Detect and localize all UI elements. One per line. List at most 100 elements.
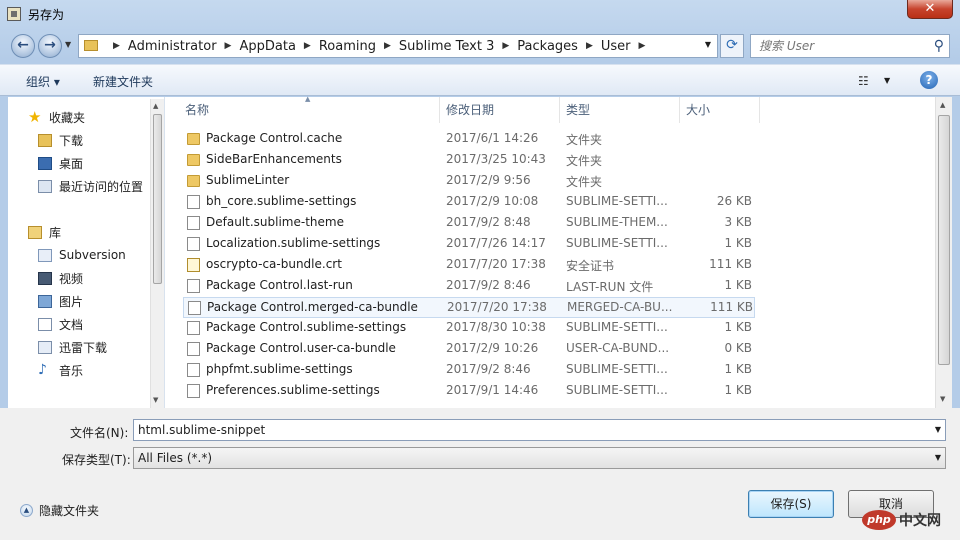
address-dropdown-icon[interactable]: ▼ — [705, 40, 711, 49]
file-size: 1 KB — [724, 383, 752, 397]
breadcrumb-item[interactable]: Roaming — [319, 39, 376, 54]
column-header-name[interactable]: 名称 — [179, 97, 440, 123]
sidebar-item-music[interactable]: ♪ 音乐 — [38, 360, 83, 380]
chevron-down-icon[interactable]: ▼ — [935, 425, 941, 434]
view-dropdown-icon[interactable]: ▼ — [884, 76, 890, 85]
sidebar-item-desktop[interactable]: 桌面 — [38, 153, 83, 173]
breadcrumb-item[interactable]: Sublime Text 3 — [399, 39, 494, 54]
watermark-text: 中文网 — [899, 513, 941, 529]
file-name: phpfmt.sublime-settings — [206, 362, 353, 376]
folder-icon — [187, 175, 200, 187]
file-date: 2017/9/2 8:46 — [446, 278, 531, 292]
chevron-right-icon[interactable]: ▶ — [502, 41, 509, 51]
hide-folders-toggle[interactable]: ▲ 隐藏文件夹 — [20, 502, 99, 519]
file-row[interactable]: Package Control.sublime-settings 2017/8/3… — [183, 318, 755, 339]
file-type: SUBLIME-SETTI... — [566, 362, 668, 376]
file-icon — [187, 279, 200, 293]
file-date: 2017/7/20 17:38 — [446, 257, 546, 271]
chevron-right-icon[interactable]: ▶ — [225, 41, 232, 51]
file-date: 2017/6/1 14:26 — [446, 131, 539, 145]
organize-menu-button[interactable]: 组织 ▾ — [26, 73, 60, 90]
file-type: MERGED-CA-BU... — [567, 300, 673, 314]
file-row[interactable]: Default.sublime-theme 2017/9/2 8:48 SUBLIM… — [183, 213, 755, 234]
breadcrumb-item[interactable]: Administrator — [128, 39, 217, 54]
sidebar-item-label: 下载 — [59, 133, 84, 148]
sidebar-item-favorites[interactable]: ★ 收藏夹 — [28, 107, 85, 127]
file-type: 安全证书 — [566, 259, 615, 273]
file-row[interactable]: bh_core.sublime-settings 2017/2/9 10:08 SU… — [183, 192, 755, 213]
scrollbar-thumb[interactable] — [153, 114, 162, 284]
chevron-right-icon[interactable]: ▶ — [586, 41, 593, 51]
sidebar-item-thunder[interactable]: 迅雷下载 — [38, 337, 107, 357]
sidebar-item-documents[interactable]: 文档 — [38, 314, 83, 334]
file-row[interactable]: oscrypto-ca-bundle.crt 2017/7/20 17:38 安全证… — [183, 255, 755, 276]
scroll-up-icon[interactable]: ▲ — [153, 102, 158, 110]
video-icon — [38, 271, 52, 285]
file-row[interactable]: Package Control.merged-ca-bundle 2017/7/2… — [183, 297, 755, 318]
file-row[interactable]: Localization.sublime-settings 2017/7/26 1… — [183, 234, 755, 255]
forward-button[interactable]: → — [38, 34, 62, 58]
window-title: 另存为 — [28, 8, 65, 22]
new-folder-button[interactable]: 新建文件夹 — [93, 73, 153, 90]
file-row[interactable]: SublimeLinter 2017/2/9 9:56 文件夹 — [183, 171, 755, 192]
refresh-button[interactable]: ⟳ — [720, 34, 744, 58]
column-header-size[interactable]: 大小 — [680, 97, 760, 123]
scroll-down-icon[interactable]: ▼ — [153, 396, 158, 404]
search-input[interactable] — [755, 37, 933, 55]
file-name: Package Control.merged-ca-bundle — [207, 300, 418, 314]
file-icon — [187, 384, 200, 398]
file-row[interactable]: Package Control.cache 2017/6/1 14:26 文件夹 — [183, 129, 755, 150]
recent-pages-dropdown-icon[interactable]: ▼ — [65, 40, 71, 49]
column-header-type[interactable]: 类型 — [560, 97, 680, 123]
close-button[interactable]: ✕ — [907, 0, 953, 19]
star-icon: ★ — [28, 107, 42, 126]
view-options-icon[interactable]: ☷ — [858, 74, 869, 88]
file-row[interactable]: Package Control.last-run 2017/9/2 8:46 LAS… — [183, 276, 755, 297]
file-name: Package Control.cache — [206, 131, 343, 145]
breadcrumb-item[interactable]: User — [601, 39, 631, 54]
chevron-right-icon[interactable]: ▶ — [384, 41, 391, 51]
help-icon[interactable]: ? — [920, 71, 938, 89]
chevron-right-icon[interactable]: ▶ — [304, 41, 311, 51]
file-type: SUBLIME-SETTI... — [566, 320, 668, 334]
file-name: oscrypto-ca-bundle.crt — [206, 257, 342, 271]
breadcrumb-item[interactable]: AppData — [239, 39, 295, 54]
breadcrumb-item[interactable]: Packages — [517, 39, 578, 54]
sidebar-scrollbar[interactable]: ▲ ▼ — [150, 99, 164, 408]
scrollbar-thumb[interactable] — [938, 115, 950, 365]
file-date: 2017/2/9 10:08 — [446, 194, 539, 208]
file-row[interactable]: Package Control.user-ca-bundle 2017/2/9 1… — [183, 339, 755, 360]
sidebar-item-subversion[interactable]: Subversion — [38, 245, 126, 265]
sidebar-item-downloads[interactable]: 下载 — [38, 130, 83, 150]
save-as-dialog: 另存为 ✕ ← → ▼ ▶ Administrator ▶ AppData ▶ … — [0, 0, 960, 540]
title-bar: 另存为 ✕ — [0, 0, 960, 28]
filename-field[interactable]: html.sublime-snippet ▼ — [133, 419, 946, 441]
scroll-down-icon[interactable]: ▼ — [940, 395, 945, 403]
column-header-date[interactable]: 修改日期 — [440, 97, 560, 123]
file-type: USER-CA-BUND... — [566, 341, 670, 355]
sidebar-item-libraries[interactable]: 库 — [28, 222, 61, 242]
sidebar-item-recent[interactable]: 最近访问的位置 — [38, 176, 143, 196]
sidebar-item-label: 库 — [49, 225, 62, 240]
chevron-right-icon[interactable]: ▶ — [113, 41, 120, 51]
filetype-value: All Files (*.*) — [138, 451, 213, 465]
sidebar-item-videos[interactable]: 视频 — [38, 268, 83, 288]
address-bar[interactable]: ▶ Administrator ▶ AppData ▶ Roaming ▶ Su… — [78, 34, 718, 58]
folder-icon — [187, 154, 200, 166]
sidebar-item-pictures[interactable]: 图片 — [38, 291, 83, 311]
chevron-right-icon[interactable]: ▶ — [639, 41, 646, 51]
chevron-down-icon[interactable]: ▼ — [935, 453, 941, 462]
back-button[interactable]: ← — [11, 34, 35, 58]
file-list-scrollbar[interactable]: ▲ ▼ — [935, 97, 952, 408]
sidebar-item-label: 迅雷下载 — [59, 340, 108, 355]
search-icon[interactable]: ⚲ — [934, 38, 944, 54]
file-row[interactable]: phpfmt.sublime-settings 2017/9/2 8:46 SUBL… — [183, 360, 755, 381]
file-size: 26 KB — [716, 194, 752, 208]
file-row[interactable]: SideBarEnhancements 2017/3/25 10:43 文件夹 — [183, 150, 755, 171]
scroll-up-icon[interactable]: ▲ — [940, 101, 945, 109]
file-row[interactable]: Preferences.sublime-settings 2017/9/1 14:… — [183, 381, 755, 402]
filetype-select[interactable]: All Files (*.*) ▼ — [133, 447, 946, 469]
file-date: 2017/7/26 14:17 — [446, 236, 546, 250]
file-type: SUBLIME-THEM... — [566, 215, 668, 229]
save-button[interactable]: 保存(S) — [748, 490, 834, 518]
